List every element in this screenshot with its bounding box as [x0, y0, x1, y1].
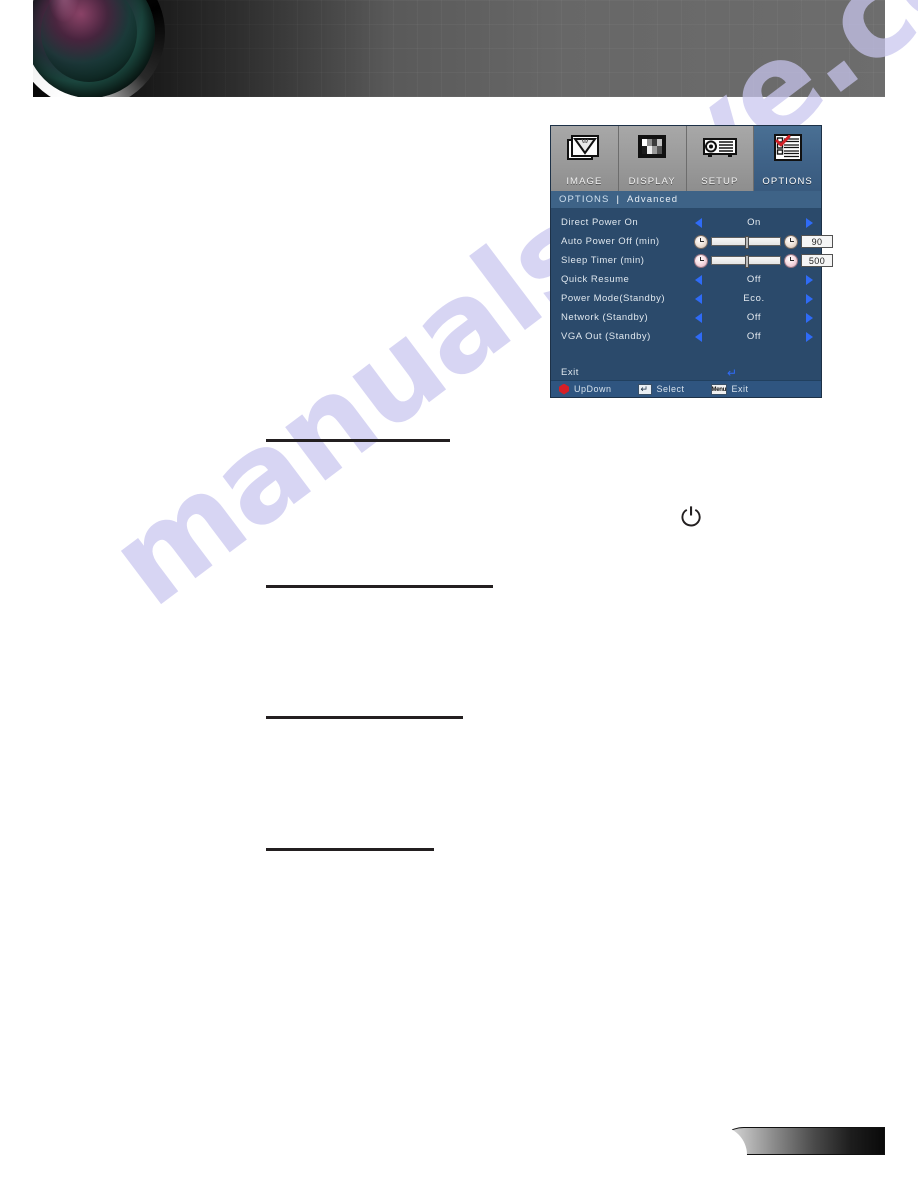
tab-image-label: IMAGE: [566, 176, 603, 187]
row-value: Off: [746, 274, 762, 285]
clock-icon-left: [695, 254, 707, 267]
hint-exit: Menu Exit: [710, 383, 749, 395]
hint-select-label: Select: [656, 384, 685, 394]
row-label: Auto Power Off (min): [561, 236, 660, 247]
section-divider-3: [266, 716, 463, 719]
arrow-right-icon[interactable]: [806, 331, 813, 342]
row-label: Direct Power On: [561, 217, 639, 228]
hint-select: ↵ Select: [637, 383, 685, 395]
hint-updown: UpDown: [559, 383, 612, 395]
tab-image[interactable]: IMAGE: [551, 126, 619, 191]
tab-setup-label: SETUP: [701, 176, 739, 187]
display-icon: [635, 134, 669, 167]
projector-lens-icon: [33, 0, 165, 97]
slider-thumb[interactable]: [745, 236, 749, 249]
row-value: Off: [746, 312, 762, 323]
page-footer-decoration: [717, 1126, 885, 1155]
osd-tab-bar: IMAGE DISPLAY SETUP OPTIONS: [551, 126, 821, 191]
row-vga-out-standby[interactable]: VGA Out (Standby) Off: [551, 327, 821, 346]
row-direct-power-on[interactable]: Direct Power On On: [551, 213, 821, 232]
breadcrumb-root: OPTIONS: [559, 194, 610, 205]
arrow-left-icon[interactable]: [695, 312, 702, 323]
arrow-right-icon[interactable]: [806, 217, 813, 228]
row-sleep-timer[interactable]: Sleep Timer (min) 500: [551, 251, 833, 270]
row-quick-resume[interactable]: Quick Resume Off: [551, 270, 821, 289]
checklist-icon: [772, 134, 804, 167]
row-value: Eco.: [743, 293, 765, 304]
row-label: VGA Out (Standby): [561, 331, 651, 342]
breadcrumb: OPTIONS | Advanced: [551, 191, 821, 209]
menu-key-icon: Menu: [710, 383, 727, 395]
osd-footer-hints: UpDown ↵ Select Menu Exit: [551, 380, 821, 397]
clock-icon-right: [785, 254, 797, 267]
arrow-left-icon[interactable]: [695, 217, 702, 228]
clock-icon-left: [695, 235, 707, 248]
row-value: On: [747, 217, 761, 228]
slider-track[interactable]: [711, 255, 781, 268]
breadcrumb-sub: Advanced: [627, 194, 679, 205]
row-network-standby[interactable]: Network (Standby) Off: [551, 308, 821, 327]
section-divider-1: [266, 439, 450, 442]
osd-menu-panel: IMAGE DISPLAY SETUP OPTIONS OPTIONS | Ad…: [551, 126, 833, 397]
arrow-left-icon[interactable]: [695, 293, 702, 304]
slider-thumb[interactable]: [745, 255, 749, 268]
page-banner: [33, 0, 885, 97]
arrow-right-icon[interactable]: [806, 312, 813, 323]
image-icon: [567, 134, 601, 167]
row-label: Power Mode(Standby): [561, 293, 666, 304]
section-divider-4: [266, 848, 434, 851]
breadcrumb-separator: |: [616, 194, 621, 205]
row-value-box[interactable]: 500: [801, 254, 833, 267]
osd-row-list: Direct Power On On Auto Power Off (min) …: [551, 209, 833, 382]
section-divider-2: [266, 585, 493, 588]
row-auto-power-off[interactable]: Auto Power Off (min) 90: [551, 232, 833, 251]
row-label: Sleep Timer (min): [561, 255, 645, 266]
tab-options-label: OPTIONS: [762, 176, 813, 187]
arrow-right-icon[interactable]: [806, 274, 813, 285]
row-label: Exit: [561, 367, 579, 378]
enter-key-icon: ↵: [637, 383, 652, 395]
arrow-left-icon[interactable]: [695, 274, 702, 285]
row-value: Off: [746, 331, 762, 342]
arrow-right-icon[interactable]: [806, 293, 813, 304]
power-symbol-icon: ⏻: [680, 502, 702, 532]
hint-updown-label: UpDown: [574, 384, 612, 394]
tab-display[interactable]: DISPLAY: [618, 126, 687, 191]
tab-display-label: DISPLAY: [628, 176, 676, 187]
arrow-left-icon[interactable]: [695, 331, 702, 342]
row-label: Network (Standby): [561, 312, 649, 323]
hint-exit-label: Exit: [731, 384, 749, 394]
tab-setup[interactable]: SETUP: [686, 126, 755, 191]
enter-arrow-icon[interactable]: ↵: [695, 367, 813, 379]
clock-icon-right: [785, 235, 797, 248]
updown-diamond-icon: [559, 383, 569, 395]
tab-options[interactable]: OPTIONS: [754, 126, 821, 191]
row-value-box[interactable]: 90: [801, 235, 833, 248]
row-label: Quick Resume: [561, 274, 630, 285]
row-power-mode-standby[interactable]: Power Mode(Standby) Eco.: [551, 289, 821, 308]
slider-track[interactable]: [711, 236, 781, 249]
projector-icon: [702, 134, 738, 167]
